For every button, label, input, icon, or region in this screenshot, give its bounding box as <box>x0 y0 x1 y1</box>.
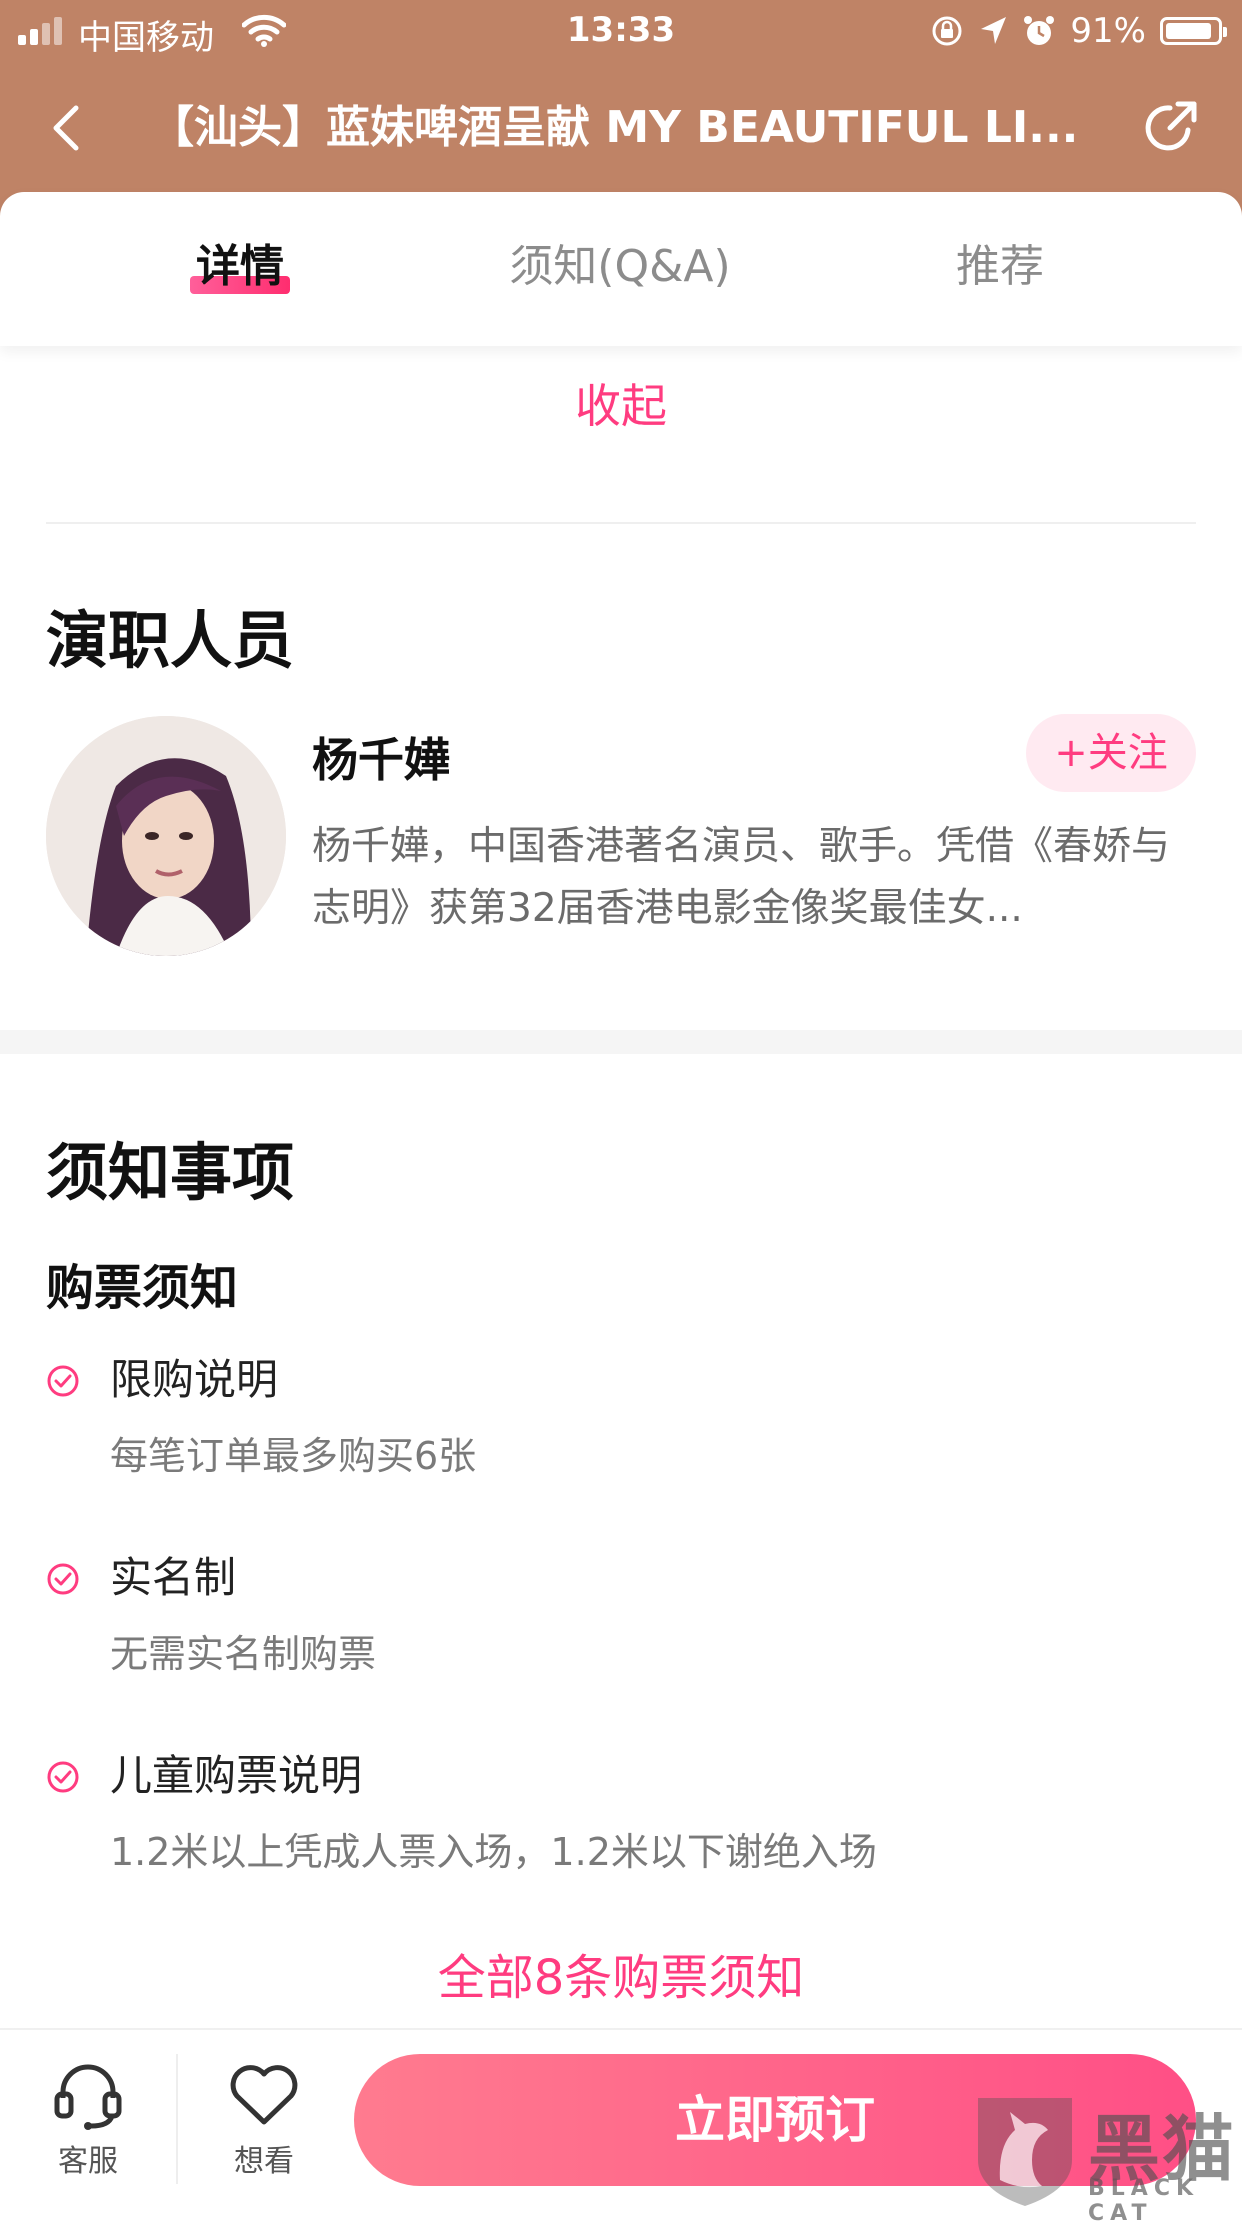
tab-bar: 详情 须知(Q&A) 推荐 <box>0 192 1242 346</box>
cast-description: 杨千嬅，中国香港著名演员、歌手。凭借《春娇与志明》获第32届香港电影金像奖最佳女… <box>312 824 1171 931</box>
ticket-notice-subtitle: 购票须知 <box>46 1260 239 1316</box>
check-circle-icon <box>47 1761 79 1793</box>
notice-item-label: 限购说明 <box>110 1355 279 1404</box>
cat-shield-logo-icon <box>978 2098 1072 2206</box>
notice-item-label: 实名制 <box>110 1553 237 1602</box>
status-bar: 中国移动 13:33 91% <box>0 0 1242 62</box>
notice-item: 实名制 无需实名制购票 <box>46 1548 1196 1688</box>
check-circle-icon <box>47 1365 79 1397</box>
headset-icon <box>54 2064 122 2130</box>
alarm-icon <box>1024 16 1055 45</box>
cast-avatar[interactable] <box>46 716 286 956</box>
cast-name[interactable]: 杨千嬅 <box>312 724 450 790</box>
notice-item-desc: 1.2米以上凭成人票入场，1.2米以下谢绝入场 <box>110 1830 877 1874</box>
share-icon[interactable] <box>1138 96 1202 160</box>
tab-details[interactable]: 详情 <box>180 232 300 302</box>
watermark-subtext: BLACK CAT <box>1088 2176 1200 2226</box>
tab-recommend[interactable]: 推荐 <box>930 232 1070 302</box>
section-separator <box>0 1030 1242 1054</box>
collapse-link[interactable]: 收起 <box>0 370 1242 436</box>
status-right: 91% <box>930 8 1227 54</box>
notice-item: 限购说明 每笔订单最多购买6张 <box>46 1350 1196 1490</box>
customer-service-button[interactable]: 客服 <box>28 2060 148 2180</box>
tab-notice-qa[interactable]: 须知(Q&A) <box>480 232 760 302</box>
rotation-lock-icon <box>932 16 962 46</box>
want-to-see-button[interactable]: 想看 <box>204 2060 324 2180</box>
divider <box>46 522 1196 524</box>
check-circle-icon <box>47 1563 79 1595</box>
battery-fill <box>1166 23 1211 39</box>
notice-item-desc: 无需实名制购票 <box>110 1632 377 1676</box>
heart-icon <box>230 2065 298 2125</box>
notice-item-desc: 每笔订单最多购买6张 <box>110 1434 477 1478</box>
page-title: 【汕头】蓝妹啤酒呈献 MY BEAUTIFUL LI... <box>150 102 1079 153</box>
battery-icon <box>1160 17 1227 45</box>
cast-section-title: 演职人员 <box>46 604 295 677</box>
location-icon <box>981 17 1007 44</box>
bottom-bar-separator <box>176 2054 178 2184</box>
avatar-portrait-image <box>46 716 286 956</box>
all-notice-link[interactable]: 全部8条购票须知 <box>0 1938 1242 2008</box>
notice-item: 儿童购票说明 1.2米以上凭成人票入场，1.2米以下谢绝入场 <box>46 1746 1196 1886</box>
nav-bar: 【汕头】蓝妹啤酒呈献 MY BEAUTIFUL LI... <box>0 80 1242 176</box>
want-to-see-label: 想看 <box>234 2144 294 2179</box>
notice-section-title: 须知事项 <box>46 1136 295 1209</box>
black-cat-watermark: 黑猫 BLACK CAT <box>970 2090 1242 2226</box>
battery-percent: 91% <box>1070 11 1146 51</box>
back-arrow-icon[interactable] <box>40 98 100 158</box>
tab-details-label: 详情 <box>196 241 284 292</box>
follow-button[interactable]: +关注 <box>1026 714 1196 792</box>
customer-service-label: 客服 <box>58 2144 118 2179</box>
notice-item-label: 儿童购票说明 <box>110 1751 363 1800</box>
